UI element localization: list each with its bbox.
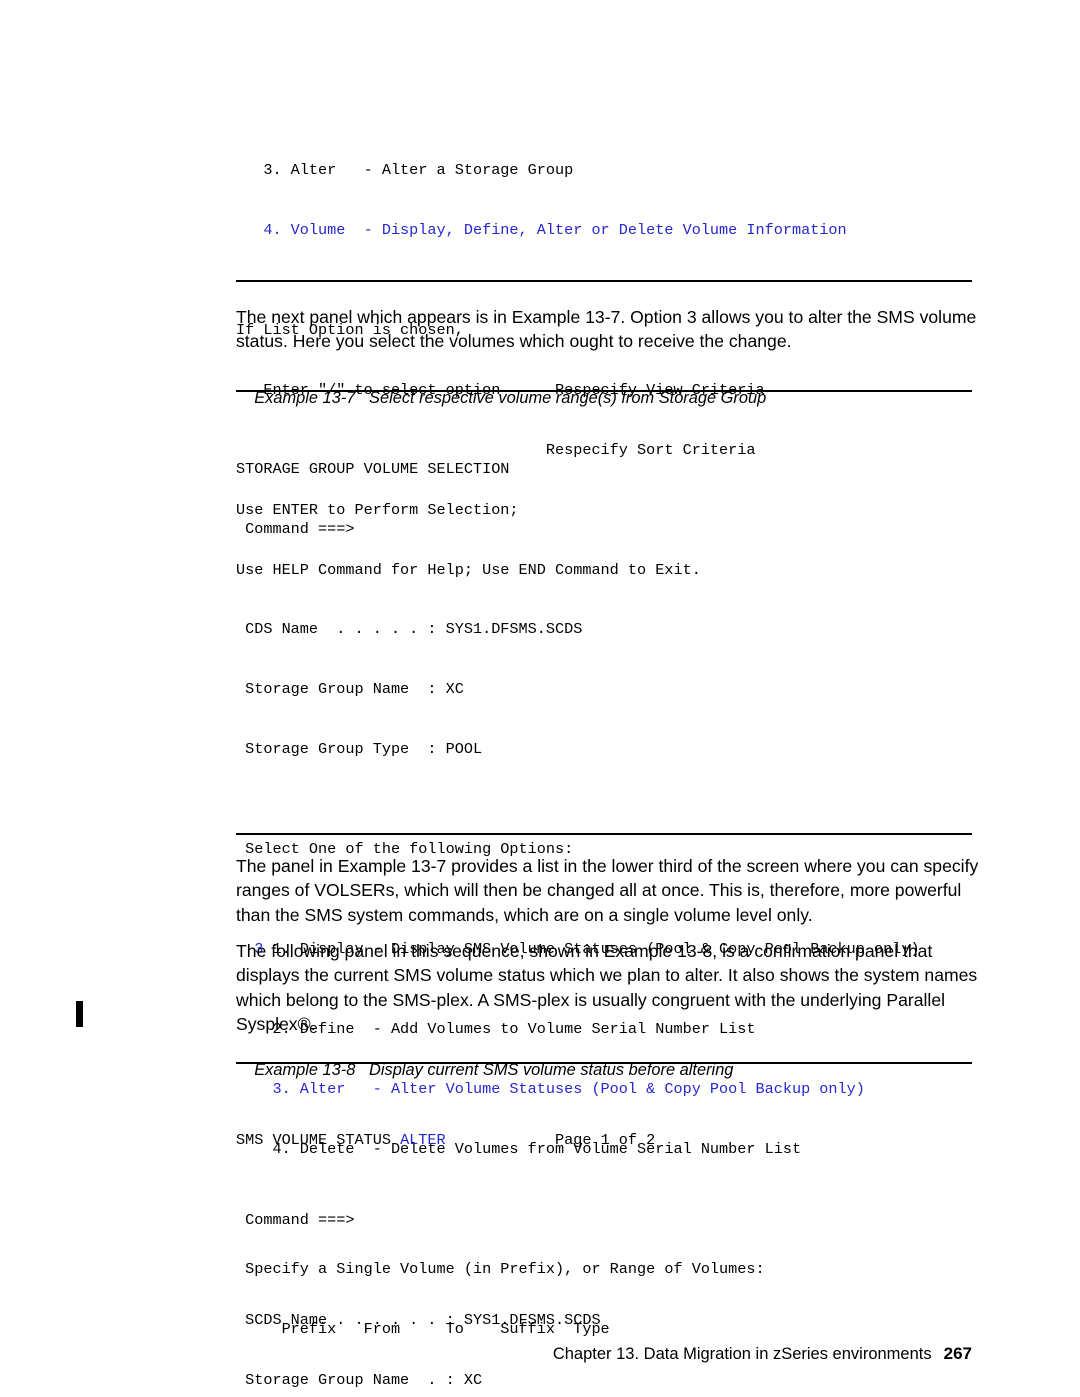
panel-title-action: ALTER xyxy=(400,1131,446,1149)
paragraph-panel-list: The panel in Example 13-7 provides a lis… xyxy=(236,856,979,925)
paragraph-next-panel: The next panel which appears is in Examp… xyxy=(236,307,977,352)
footer-chapter-text: Chapter 13. Data Migration in zSeries en… xyxy=(552,1345,932,1363)
code-text: CDS Name . . . . . : SYS1.DFSMS.SCDS xyxy=(236,620,583,638)
panel-bottom-rule xyxy=(236,280,972,282)
code-line: STORAGE GROUP VOLUME SELECTION xyxy=(236,459,920,479)
code-text: Command ===> xyxy=(236,520,355,538)
page-footer: Chapter 13. Data Migration in zSeries en… xyxy=(236,1325,972,1383)
document-page: 3. Alter - Alter a Storage Group 4. Volu… xyxy=(0,0,1080,1397)
code-line: 4. Volume - Display, Define, Alter or De… xyxy=(236,220,847,240)
code-line-panel-title: SMS VOLUME STATUS ALTER Page 1 of 2 xyxy=(236,1130,901,1150)
paragraph-confirmation-panel: The following panel in this sequence, sh… xyxy=(236,941,978,1034)
panel-title-text: SMS VOLUME STATUS xyxy=(236,1131,401,1149)
code-text: Storage Group Name : XC xyxy=(236,680,464,698)
footer-page-number: 267 xyxy=(943,1344,972,1363)
code-text: Storage Group Type : POOL xyxy=(236,740,483,758)
code-line: 3. Alter - Alter a Storage Group xyxy=(236,160,847,180)
code-text: STORAGE GROUP VOLUME SELECTION xyxy=(236,460,510,478)
caption-rule-13-8 xyxy=(236,1062,972,1064)
code-line: Command ===> xyxy=(236,519,920,539)
code-text: Command ===> xyxy=(236,1211,355,1229)
code-text: 3. Alter - Alter a Storage Group xyxy=(236,161,574,179)
caption-rule-13-7 xyxy=(236,390,972,392)
code-line: Storage Group Type : POOL xyxy=(236,739,920,759)
code-text-highlight: 4. Volume - Display, Define, Alter or De… xyxy=(236,221,847,239)
page-indicator: Page 1 of 2 xyxy=(445,1131,656,1149)
code-line-command-input[interactable]: Command ===> xyxy=(236,1210,901,1230)
change-bar-marker xyxy=(76,1001,83,1027)
panel-rule-13-7-bottom xyxy=(236,833,972,835)
code-line: Storage Group Name : XC xyxy=(236,679,920,699)
code-line: CDS Name . . . . . : SYS1.DFSMS.SCDS xyxy=(236,619,920,639)
